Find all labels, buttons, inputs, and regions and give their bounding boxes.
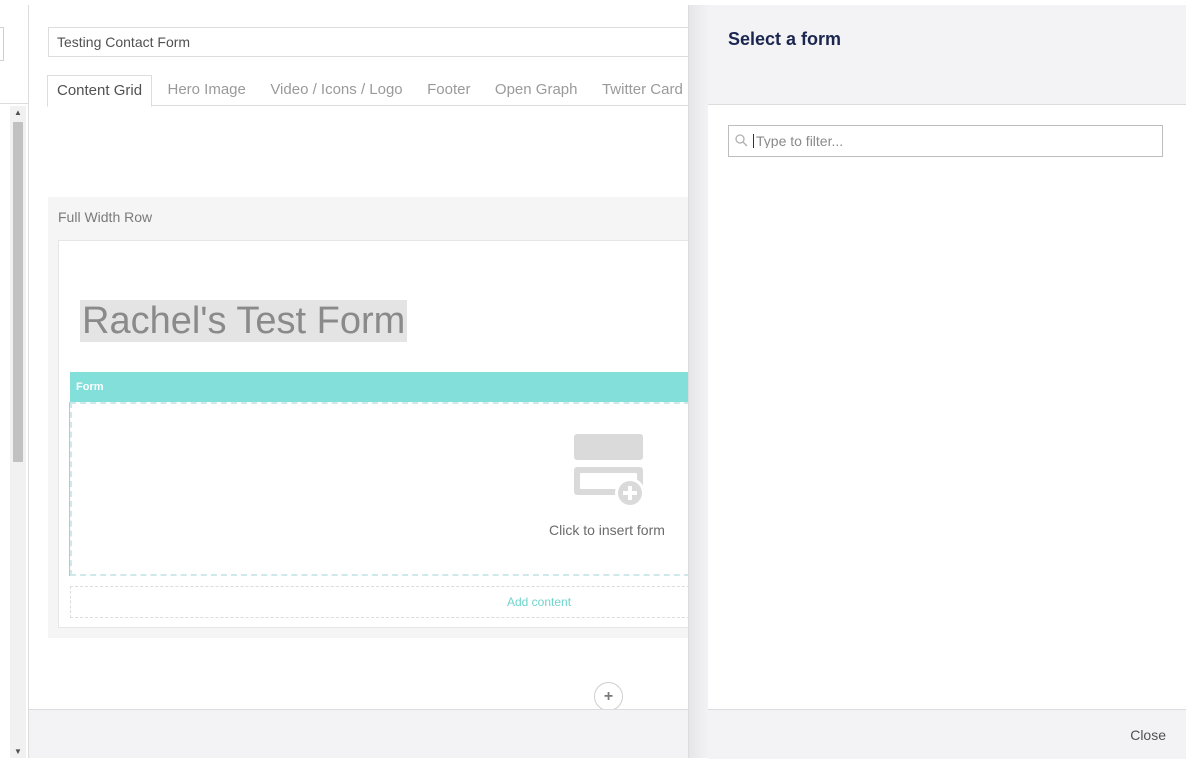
content-name-input[interactable] (48, 27, 689, 57)
panel-footer: Close (708, 709, 1186, 759)
headline-text[interactable]: Rachel's Test Form (80, 300, 408, 342)
overlay-panel-edge (688, 5, 709, 758)
tab-video-icons-logo[interactable]: Video / Icons / Logo (261, 75, 411, 105)
content-editor: Content Grid Hero Image Video / Icons / … (29, 5, 689, 758)
insert-form-label: Click to insert form (549, 522, 665, 538)
editor-tabs: Content Grid Hero Image Video / Icons / … (47, 74, 689, 107)
filter-input[interactable] (753, 134, 1156, 148)
search-icon (735, 134, 748, 147)
insert-form-placeholder[interactable]: Click to insert form (69, 402, 689, 576)
tab-content-grid[interactable]: Content Grid (47, 75, 153, 107)
vertical-scrollbar[interactable]: ▲ ▼ (10, 106, 26, 758)
form-editor-header: Form (70, 372, 689, 402)
filter-field[interactable] (728, 125, 1163, 157)
row-title: Full Width Row (58, 209, 153, 225)
panel-header: Select a form (708, 5, 1186, 105)
collapsed-field-stub (0, 27, 4, 61)
add-content-button[interactable]: Add content (70, 586, 689, 618)
gutter-divider (0, 103, 28, 104)
close-button[interactable]: Close (1130, 727, 1166, 743)
editor-footer-bar (29, 709, 689, 758)
select-form-panel: Select a form Close (708, 5, 1186, 759)
add-row-button[interactable]: + (594, 682, 623, 711)
panel-title: Select a form (728, 29, 842, 49)
row-cell: Rachel's Test Form Form Click to insert … (58, 240, 689, 628)
scroll-up-arrow-icon[interactable]: ▲ (14, 108, 22, 117)
scroll-thumb[interactable] (13, 122, 23, 462)
form-dropzone-edge (69, 402, 70, 576)
scroll-down-arrow-icon[interactable]: ▼ (14, 747, 22, 756)
tab-hero-image[interactable]: Hero Image (159, 75, 255, 105)
tab-twitter-card[interactable]: Twitter Card (593, 75, 689, 105)
insert-form-icon (574, 434, 645, 508)
tab-open-graph[interactable]: Open Graph (486, 75, 587, 105)
grid-row-full-width: Full Width Row Rachel's Test Form Form C… (48, 197, 689, 638)
tab-footer[interactable]: Footer (418, 75, 479, 105)
